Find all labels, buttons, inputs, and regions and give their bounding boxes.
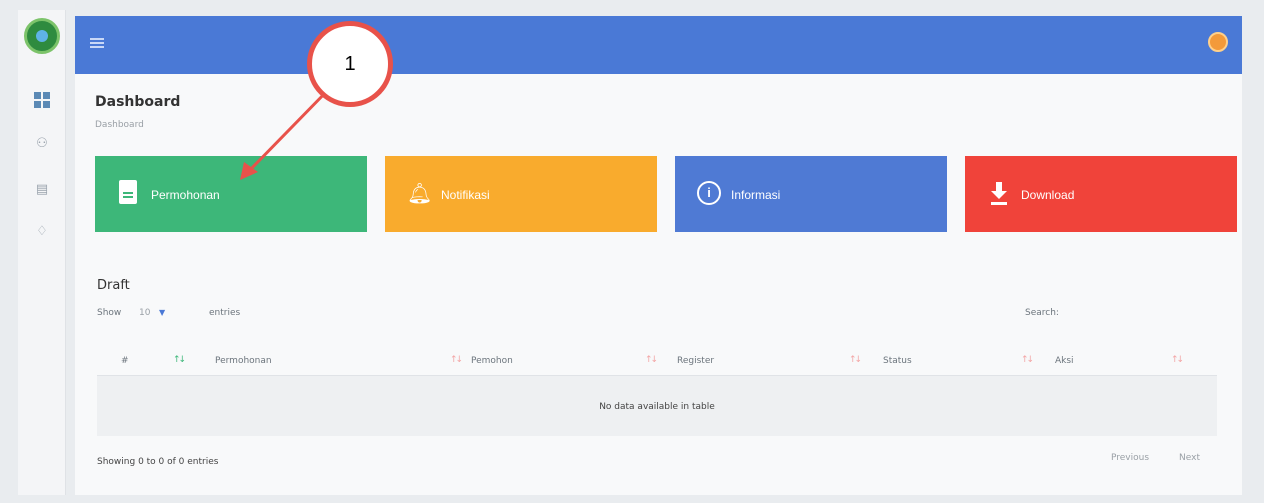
sort-icon[interactable]: ↑↓ bbox=[173, 355, 186, 365]
user-avatar[interactable] bbox=[1208, 32, 1228, 52]
sidebar: ⚇ ▤ ♢ bbox=[18, 10, 66, 495]
entries-label: entries bbox=[209, 308, 241, 318]
card-label: Permohonan bbox=[151, 188, 220, 202]
search-label: Search: bbox=[1025, 308, 1059, 318]
empty-table-message: No data available in table bbox=[599, 402, 715, 412]
previous-button[interactable]: Previous bbox=[1111, 453, 1149, 463]
draft-title: Draft bbox=[97, 278, 130, 293]
notifikasi-card[interactable]: 🔔︎ Notifikasi bbox=[385, 156, 657, 232]
column-header-pemohon[interactable]: Pemohon bbox=[471, 356, 513, 366]
table-header: # ↑↓ Permohonan ↑↓ Pemohon ↑↓ Register ↑… bbox=[97, 346, 1217, 376]
sort-icon[interactable]: ↑↓ bbox=[1021, 355, 1034, 365]
dashboard-grid-icon[interactable] bbox=[34, 92, 50, 108]
breadcrumb[interactable]: Dashboard bbox=[95, 120, 144, 130]
document-icon bbox=[119, 180, 137, 204]
info-icon: i bbox=[697, 181, 721, 205]
document-icon[interactable]: ▤ bbox=[34, 182, 50, 198]
entries-select[interactable]: 10 ▼ bbox=[135, 305, 191, 320]
table-row: No data available in table bbox=[97, 376, 1217, 436]
column-header-number[interactable]: # bbox=[121, 356, 129, 366]
hamburger-icon[interactable] bbox=[90, 38, 104, 48]
card-label: Notifikasi bbox=[441, 188, 490, 202]
bell-icon[interactable]: ♢ bbox=[34, 224, 50, 240]
download-card[interactable]: Download bbox=[965, 156, 1237, 232]
sort-icon[interactable]: ↑↓ bbox=[1171, 355, 1184, 365]
pagination-info: Showing 0 to 0 of 0 entries bbox=[97, 457, 219, 467]
next-button[interactable]: Next bbox=[1179, 453, 1200, 463]
sort-icon[interactable]: ↑↓ bbox=[849, 355, 862, 365]
chevron-down-icon: ▼ bbox=[159, 308, 166, 317]
column-header-status[interactable]: Status bbox=[883, 356, 912, 366]
column-header-register[interactable]: Register bbox=[677, 356, 714, 366]
entries-value: 10 bbox=[139, 308, 151, 318]
logo[interactable] bbox=[24, 18, 60, 54]
show-label: Show bbox=[97, 308, 122, 318]
card-label: Download bbox=[1021, 188, 1075, 202]
page-title: Dashboard bbox=[95, 94, 181, 110]
download-icon-base bbox=[991, 202, 1007, 205]
sort-icon[interactable]: ↑↓ bbox=[450, 355, 463, 365]
users-icon[interactable]: ⚇ bbox=[34, 136, 50, 152]
download-icon bbox=[991, 182, 1007, 204]
sort-icon[interactable]: ↑↓ bbox=[645, 355, 658, 365]
column-header-aksi[interactable]: Aksi bbox=[1055, 356, 1074, 366]
annotation-callout: 1 bbox=[307, 21, 393, 107]
card-label: Informasi bbox=[731, 188, 781, 202]
informasi-card[interactable]: i Informasi bbox=[675, 156, 947, 232]
bell-icon: 🔔︎ bbox=[407, 183, 433, 205]
column-header-permohonan[interactable]: Permohonan bbox=[215, 356, 272, 366]
top-navbar bbox=[75, 16, 1242, 74]
